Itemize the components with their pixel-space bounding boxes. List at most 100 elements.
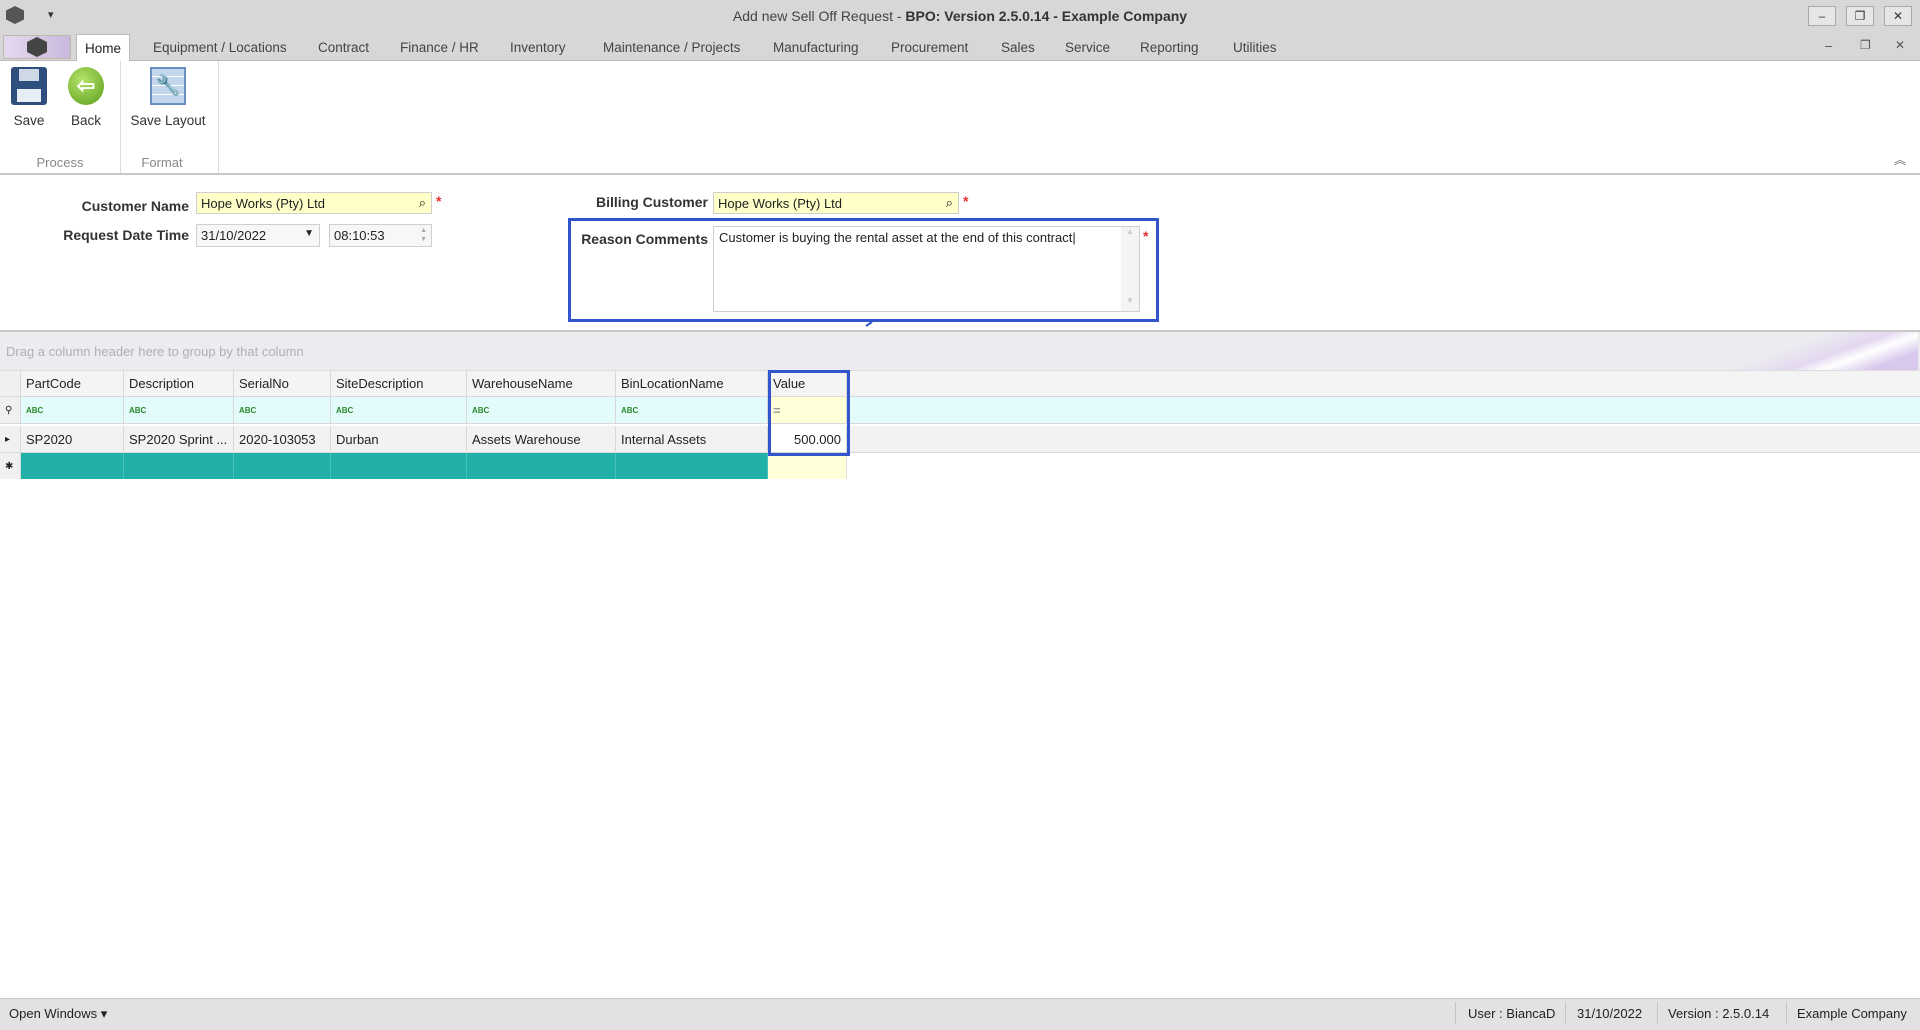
filter-cell-binlocationname[interactable]: ABC: [616, 397, 768, 423]
filter-cell-sitedescription[interactable]: ABC: [331, 397, 467, 423]
app-menu-button[interactable]: [3, 35, 71, 59]
required-icon: *: [1143, 228, 1149, 244]
filter-cell-warehousename[interactable]: ABC: [467, 397, 616, 423]
new-row-cell[interactable]: [616, 453, 768, 479]
decorative-swoosh: [1700, 332, 1918, 370]
mdi-minimize-button[interactable]: –: [1825, 38, 1832, 53]
grid-header-row: PartCode Description SerialNo SiteDescripti…: [0, 371, 1920, 397]
tab-reporting[interactable]: Reporting: [1132, 34, 1207, 61]
new-row-cell[interactable]: [124, 453, 234, 479]
current-row-icon[interactable]: ▸: [0, 426, 21, 452]
minimize-button[interactable]: –: [1808, 6, 1836, 26]
filter-icon[interactable]: ⚲: [0, 397, 21, 423]
cell-warehousename[interactable]: Assets Warehouse: [467, 426, 616, 452]
search-icon[interactable]: ⌕: [946, 195, 953, 211]
tab-manufacturing[interactable]: Manufacturing: [765, 34, 867, 61]
separator: [1657, 1002, 1658, 1024]
column-header-partcode[interactable]: PartCode: [21, 371, 124, 396]
billing-customer-label: Billing Customer: [595, 194, 708, 210]
dropdown-icon[interactable]: ▼: [304, 228, 314, 239]
text-filter-icon: ABC: [621, 405, 639, 415]
new-row-cell[interactable]: [234, 453, 331, 479]
row-indicator[interactable]: [0, 371, 21, 396]
filter-cell-description[interactable]: ABC: [124, 397, 234, 423]
customer-name-field[interactable]: Hope Works (Pty) Ltd ⌕: [196, 192, 432, 214]
status-date: 31/10/2022: [1577, 1006, 1643, 1021]
ribbon-separator: [120, 61, 121, 173]
app-logo-icon: [27, 37, 47, 57]
tab-service[interactable]: Service: [1057, 34, 1118, 61]
window-title: Add new Sell Off Request - BPO: Version …: [732, 8, 1188, 24]
separator: [1786, 1002, 1787, 1024]
mdi-close-button[interactable]: ✕: [1895, 38, 1905, 52]
restore-button[interactable]: ❐: [1846, 6, 1874, 26]
ribbon-separator: [218, 61, 219, 173]
request-date-field[interactable]: 31/10/2022 ▼: [196, 224, 320, 247]
customer-name-label: Customer Name: [81, 198, 189, 214]
close-button[interactable]: ✕: [1884, 6, 1912, 26]
group-process-label: Process: [36, 155, 84, 170]
tab-equipment-locations[interactable]: Equipment / Locations: [145, 34, 295, 61]
new-row-cell[interactable]: [467, 453, 616, 479]
billing-customer-field[interactable]: Hope Works (Pty) Ltd ⌕: [713, 192, 959, 214]
new-row-cell[interactable]: [21, 453, 124, 479]
back-button[interactable]: ⇦ Back: [66, 67, 106, 128]
text-filter-icon: ABC: [336, 405, 354, 415]
status-company: Example Company: [1797, 1006, 1907, 1021]
column-header-sitedescription[interactable]: SiteDescription: [331, 371, 467, 396]
new-item-row: ✱: [0, 453, 848, 479]
column-header-binlocationname[interactable]: BinLocationName: [616, 371, 768, 396]
group-by-hint: Drag a column header here to group by th…: [6, 344, 304, 359]
tab-contract[interactable]: Contract: [310, 34, 377, 61]
ribbon: Save ⇦ Back 🔧 Save Layout Process Format…: [0, 61, 1920, 175]
request-date-label: Request Date Time: [63, 227, 189, 243]
tab-home[interactable]: Home: [76, 34, 131, 61]
scrollbar[interactable]: ▲ ▼: [1121, 227, 1139, 311]
column-header-warehousename[interactable]: WarehouseName: [467, 371, 616, 396]
layout-wrench-icon: 🔧: [150, 67, 186, 105]
cell-serialno[interactable]: 2020-103053: [234, 426, 331, 452]
separator: [1565, 1002, 1566, 1024]
save-layout-button[interactable]: 🔧 Save Layout: [128, 67, 208, 128]
cell-partcode[interactable]: SP2020: [21, 426, 124, 452]
table-row: ▸ SP2020 SP2020 Sprint ... 2020-103053 Durba…: [0, 426, 1920, 453]
filter-cell-serialno[interactable]: ABC: [234, 397, 331, 423]
cell-sitedescription[interactable]: Durban: [331, 426, 467, 452]
grid-filter-row: ⚲ ABC ABC ABC ABC ABC ABC =: [0, 397, 1920, 424]
value-column-highlight: [768, 370, 850, 456]
floppy-disk-icon: [11, 67, 47, 105]
request-time-field[interactable]: 08:10:53 ▲ ▼: [329, 224, 432, 247]
new-row-cell[interactable]: [331, 453, 467, 479]
new-row-cell[interactable]: [768, 453, 847, 479]
tab-utilities[interactable]: Utilities: [1225, 34, 1285, 61]
text-filter-icon: ABC: [239, 405, 257, 415]
required-icon: *: [436, 193, 442, 209]
reason-comments-label: Reason Comments: [581, 231, 708, 247]
required-icon: *: [963, 193, 969, 209]
new-row-icon[interactable]: ✱: [0, 453, 21, 479]
save-button[interactable]: Save: [10, 67, 48, 128]
column-header-description[interactable]: Description: [124, 371, 234, 396]
reason-comments-field[interactable]: Customer is buying the rental asset at t…: [713, 226, 1140, 312]
tab-finance-hr[interactable]: Finance / HR: [392, 34, 487, 61]
tab-sales[interactable]: Sales: [993, 34, 1043, 61]
mdi-restore-button[interactable]: ❐: [1860, 38, 1871, 52]
text-filter-icon: ABC: [472, 405, 490, 415]
text-filter-icon: ABC: [26, 405, 44, 415]
column-header-serialno[interactable]: SerialNo: [234, 371, 331, 396]
back-arrow-icon: ⇦: [68, 67, 104, 105]
open-windows-button[interactable]: Open Windows ▾: [9, 1006, 107, 1022]
separator: [1455, 1002, 1456, 1024]
cell-binlocationname[interactable]: Internal Assets: [616, 426, 768, 452]
filter-cell-partcode[interactable]: ABC: [21, 397, 124, 423]
group-format-label: Format: [141, 155, 183, 170]
tab-maintenance-projects[interactable]: Maintenance / Projects: [595, 34, 748, 61]
collapse-ribbon-icon[interactable]: ︽: [1894, 151, 1906, 168]
tab-procurement[interactable]: Procurement: [883, 34, 976, 61]
search-icon[interactable]: ⌕: [419, 195, 426, 211]
status-user: User : BiancaD: [1468, 1006, 1556, 1021]
tab-inventory[interactable]: Inventory: [502, 34, 574, 61]
spin-icon[interactable]: ▲ ▼: [420, 226, 427, 244]
status-version: Version : 2.5.0.14: [1668, 1006, 1770, 1021]
cell-description[interactable]: SP2020 Sprint ...: [124, 426, 234, 452]
